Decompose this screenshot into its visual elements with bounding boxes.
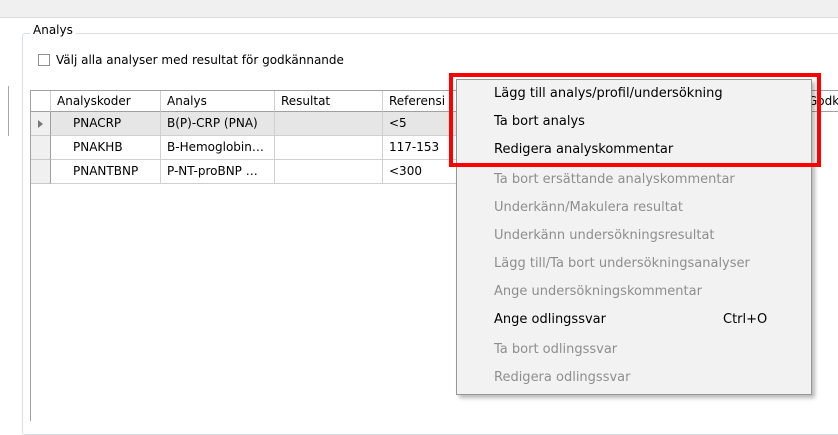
select-all-label: Välj alla analyser med resultat för godk… (56, 53, 344, 67)
row-selector[interactable] (31, 160, 51, 184)
menu-item-label: Ange undersökningskommentar (494, 284, 702, 299)
column-header-analys[interactable]: Analys (161, 91, 275, 112)
cell-resultat[interactable] (275, 160, 383, 184)
menu-item-label: Ange odlingssvar (494, 312, 606, 327)
column-header-analyskoder[interactable]: Analyskoder (51, 91, 161, 112)
menu-item-reject-result[interactable]: Underkänn/Makulera resultat (457, 194, 811, 222)
left-panel-edge (0, 86, 9, 136)
menu-item-remove-culture-answer[interactable]: Ta bort odlingssvar (457, 336, 811, 364)
cell-analys[interactable]: B-Hemoglobin… (161, 136, 275, 160)
cell-analys[interactable]: P-NT-proBNP … (161, 160, 275, 184)
current-row-arrow-icon (38, 120, 43, 128)
top-toolbar-strip (0, 0, 838, 18)
menu-item-add-remove-exam-analyses[interactable]: Lägg till/Ta bort undersökningsanalyser (457, 250, 811, 278)
menu-item-label: Ta bort odlingssvar (494, 342, 618, 357)
header-corner (31, 91, 51, 112)
menu-item-label: Underkänn/Makulera resultat (494, 200, 683, 215)
menu-item-label: Lägg till/Ta bort undersökningsanalyser (494, 256, 750, 271)
menu-item-edit-culture-answer[interactable]: Redigera odlingssvar (457, 364, 811, 392)
highlight-annotation-box (449, 73, 821, 167)
row-selector[interactable] (31, 136, 51, 160)
row-selector[interactable] (31, 112, 51, 136)
menu-item-exam-comment[interactable]: Ange undersökningskommentar (457, 278, 811, 306)
menu-item-culture-answer[interactable]: Ange odlingssvar Ctrl+O (457, 306, 811, 334)
cell-analyskod[interactable]: PNACRP (51, 112, 161, 136)
groupbox-title: Analys (30, 23, 76, 37)
cell-analys[interactable]: B(P)-CRP (PNA) (161, 112, 275, 136)
cell-resultat[interactable] (275, 112, 383, 136)
menu-item-label: Underkänn undersökningsresultat (494, 228, 715, 243)
column-header-resultat[interactable]: Resultat (275, 91, 383, 112)
menu-item-label: Ta bort ersättande analyskommentar (494, 172, 735, 187)
cell-analyskod[interactable]: PNANTBNP (51, 160, 161, 184)
select-all-row[interactable]: Välj alla analyser med resultat för godk… (38, 53, 344, 67)
menu-item-reject-exam-result[interactable]: Underkänn undersökningsresultat (457, 222, 811, 250)
cell-analyskod[interactable]: PNAKHB (51, 136, 161, 160)
menu-item-label: Redigera odlingssvar (494, 370, 631, 385)
top-divider (0, 17, 838, 18)
select-all-checkbox[interactable] (38, 54, 50, 66)
menu-item-shortcut: Ctrl+O (723, 312, 768, 327)
menu-item-remove-replacing-comment[interactable]: Ta bort ersättande analyskommentar (457, 166, 811, 194)
cell-resultat[interactable] (275, 136, 383, 160)
